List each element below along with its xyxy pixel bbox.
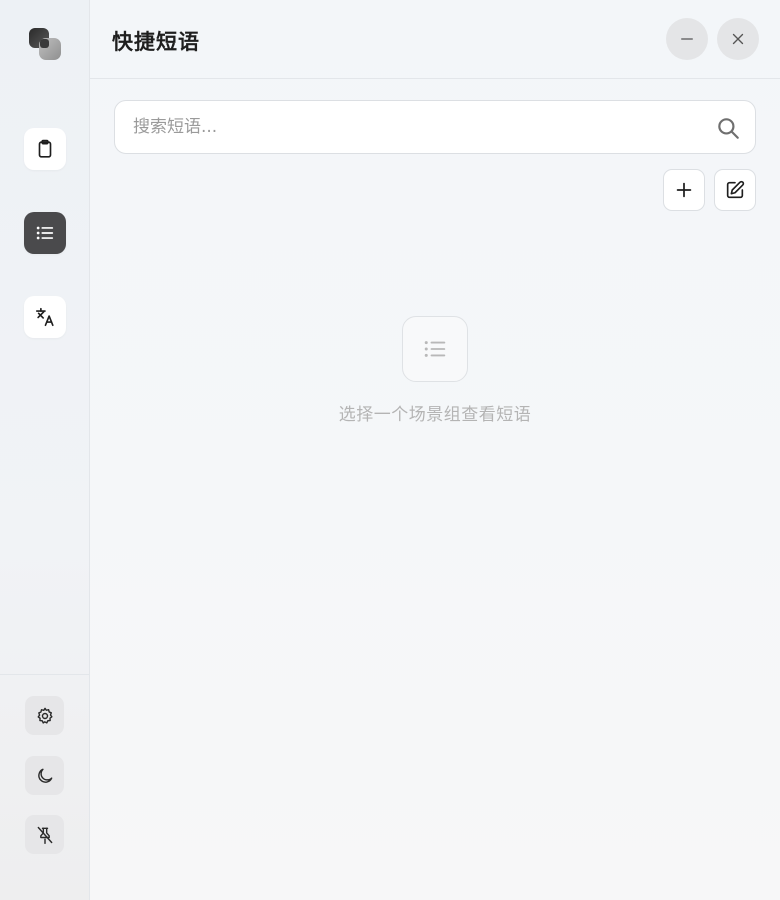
- empty-state-icon-box: [402, 316, 468, 382]
- nav-phrases-button[interactable]: [24, 212, 66, 254]
- header: 快捷短语: [90, 0, 780, 79]
- pin-toggle-button[interactable]: [25, 815, 64, 854]
- clipboard-icon: [38, 139, 52, 158]
- search-box: [114, 100, 756, 154]
- search-input[interactable]: [133, 101, 693, 153]
- close-button[interactable]: [717, 18, 759, 60]
- add-phrase-button[interactable]: [663, 169, 705, 211]
- gear-icon: [37, 707, 53, 724]
- main-panel: 快捷短语 搜索短语... 选择一个场景组查看短语: [90, 0, 780, 900]
- minus-icon: [681, 38, 693, 40]
- nav-translate-button[interactable]: [24, 296, 66, 338]
- empty-state-message: 选择一个场景组查看短语: [338, 405, 532, 425]
- page-title: 快捷短语: [112, 30, 200, 54]
- settings-button[interactable]: [25, 696, 64, 735]
- moon-icon: [37, 768, 52, 783]
- app-window: 快捷短语 搜索短语... 选择一个场景组查看短语: [0, 0, 780, 900]
- search-icon[interactable]: [715, 115, 741, 141]
- list-icon: [424, 341, 446, 357]
- pin-off-icon: [37, 826, 52, 844]
- nav-clipboard-button[interactable]: [24, 128, 66, 170]
- sidebar-divider: [0, 674, 89, 675]
- edit-icon: [726, 180, 745, 199]
- translate-icon: [35, 307, 54, 327]
- plus-icon: [676, 182, 692, 198]
- edit-phrases-button[interactable]: [714, 169, 756, 211]
- empty-state: 选择一个场景组查看短语: [90, 316, 780, 425]
- app-logo-icon: [25, 24, 65, 64]
- theme-toggle-button[interactable]: [25, 756, 64, 795]
- minimize-button[interactable]: [666, 18, 708, 60]
- close-icon: [732, 33, 744, 45]
- sidebar: [0, 0, 90, 900]
- list-icon: [36, 226, 54, 240]
